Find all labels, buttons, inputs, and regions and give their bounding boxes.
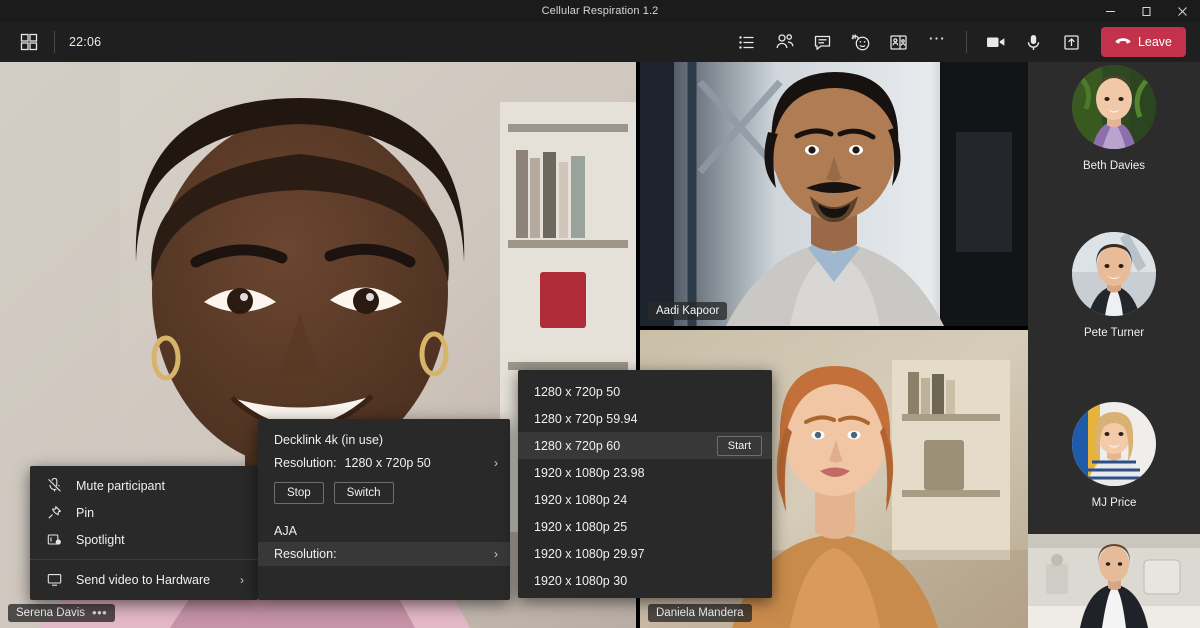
menu-item-spotlight[interactable]: Spotlight [30, 526, 258, 553]
menu-item-mute-participant[interactable]: Mute participant [30, 472, 258, 499]
menu-item-pin[interactable]: Pin [30, 499, 258, 526]
menu-item-label: Pin [76, 505, 95, 520]
avatar [1072, 402, 1156, 486]
resolution-option-label: 1920 x 1080p 29.97 [534, 546, 645, 561]
mic-off-icon [46, 478, 63, 493]
people-icon[interactable] [766, 27, 804, 57]
switch-button[interactable]: Switch [333, 482, 394, 504]
resolution-option-label: 1920 x 1080p 23.98 [534, 465, 645, 480]
hardware-second-resolution-label: Resolution: [274, 547, 337, 561]
more-options-dots: ⋯ [927, 29, 946, 48]
chevron-right-icon: › [494, 456, 498, 470]
name-chip-aadi-kapoor[interactable]: Aadi Kapoor [648, 302, 728, 320]
spotlight-icon [46, 532, 63, 547]
resolution-option-label: 1280 x 720p 59.94 [534, 411, 638, 426]
chevron-right-icon: › [494, 547, 498, 561]
avatar-image-mj-price [1072, 402, 1156, 486]
roster-item-beth-davies[interactable]: Beth Davies [1028, 65, 1200, 172]
resolution-option-selected[interactable]: 1280 x 720p 60 Start [518, 432, 772, 459]
meeting-timer: 22:06 [69, 35, 102, 49]
hardware-spacer [258, 506, 510, 520]
hardware-resolution-value: 1280 x 720p 50 [344, 456, 431, 470]
reactions-icon[interactable] [842, 27, 880, 57]
resolution-option-label: 1920 x 1080p 25 [534, 519, 628, 534]
hardware-actions: Stop Switch [258, 475, 510, 506]
resolution-option[interactable]: 1920 x 1080p 23.98 [518, 459, 772, 486]
name-chip-daniela-mandera[interactable]: Daniela Mandera [648, 604, 752, 622]
stop-button[interactable]: Stop [274, 482, 324, 504]
meeting-toolbar: 22:06 ⋯ Leave [0, 22, 1200, 62]
roster-video-thumbnail[interactable] [1028, 534, 1200, 628]
resolution-option[interactable]: 1280 x 720p 50 [518, 378, 772, 405]
resolution-option-label: 1920 x 1080p 24 [534, 492, 628, 507]
maximize-icon[interactable] [1128, 0, 1164, 22]
hangup-icon [1115, 38, 1131, 44]
hardware-device-title: Decklink 4k (in use) [274, 433, 384, 447]
pin-icon [46, 505, 63, 520]
leave-button[interactable]: Leave [1100, 27, 1186, 57]
roster-item-label: Pete Turner [1083, 327, 1145, 339]
resolution-option-label: 1920 x 1080p 30 [534, 573, 628, 588]
resolution-option-label: 1280 x 720p 50 [534, 384, 621, 399]
monitor-icon [46, 572, 63, 587]
roster-item-label: Beth Davies [1082, 160, 1145, 172]
hardware-second-resolution-row[interactable]: Resolution: › [258, 542, 510, 566]
avatar [1072, 232, 1156, 316]
hardware-submenu: Decklink 4k (in use) Resolution: 1280 x … [258, 419, 510, 600]
share-screen-icon[interactable] [1053, 27, 1091, 57]
toolbar-divider [965, 31, 967, 53]
participant-more-icon[interactable]: ••• [92, 606, 107, 619]
grid-view-icon[interactable] [18, 31, 40, 53]
avatar-image-pete-turner [1072, 232, 1156, 316]
menu-item-label: Mute participant [76, 478, 165, 493]
toolbar-separator [54, 31, 55, 53]
roster-item-pete-turner[interactable]: Pete Turner [1028, 232, 1200, 339]
roster-item-label: MJ Price [1091, 497, 1137, 509]
menu-divider [30, 559, 258, 560]
breakout-rooms-icon[interactable] [880, 27, 918, 57]
minimize-icon[interactable] [1092, 0, 1128, 22]
title-bar: Cellular Respiration 1.2 [0, 0, 1200, 22]
window-title: Cellular Respiration 1.2 [541, 5, 659, 17]
resolution-option[interactable]: 1920 x 1080p 29.97 [518, 540, 772, 567]
menu-item-label: Spotlight [76, 532, 125, 547]
participant-name: Aadi Kapoor [656, 305, 720, 317]
resolution-option[interactable]: 1280 x 720p 59.94 [518, 405, 772, 432]
leave-button-label: Leave [1137, 35, 1172, 49]
avatar-image-beth-davies [1072, 65, 1156, 149]
hardware-second-device-title: AJA [274, 524, 297, 538]
name-chip-serena-davis[interactable]: Serena Davis ••• [8, 604, 116, 622]
toolbar-left-group: 22:06 [0, 31, 101, 53]
resolution-submenu: 1280 x 720p 50 1280 x 720p 59.94 1280 x … [518, 370, 772, 598]
menu-item-label: Send video to Hardware [76, 572, 211, 587]
resolution-option[interactable]: 1920 x 1080p 24 [518, 486, 772, 513]
avatar [1072, 65, 1156, 149]
participant-name: Serena Davis [16, 607, 86, 619]
hardware-resolution-label: Resolution: [274, 456, 337, 470]
roster-video-image [1028, 534, 1200, 628]
more-options-icon[interactable]: ⋯ [918, 27, 956, 57]
teams-meeting-window: Cellular Respiration 1.2 22:06 ⋯ Leave S… [0, 0, 1200, 628]
resolution-option-label: 1280 x 720p 60 [534, 438, 621, 453]
resolution-option[interactable]: 1920 x 1080p 25 [518, 513, 772, 540]
video-tile-aadi-kapoor[interactable]: Aadi Kapoor [640, 62, 1028, 326]
toolbar-right-group: ⋯ Leave [728, 27, 1200, 57]
roster-item-mj-price[interactable]: MJ Price [1028, 402, 1200, 509]
participant-name: Daniela Mandera [656, 607, 744, 619]
chevron-right-icon: › [240, 572, 244, 587]
menu-item-send-video-to-hardware[interactable]: Send video to Hardware › [30, 566, 258, 593]
window-controls [1092, 0, 1200, 22]
resolution-option[interactable]: 1920 x 1080p 30 [518, 567, 772, 594]
meeting-notes-icon[interactable] [728, 27, 766, 57]
chat-icon[interactable] [804, 27, 842, 57]
camera-icon[interactable] [977, 27, 1015, 57]
microphone-icon[interactable] [1015, 27, 1053, 57]
close-icon[interactable] [1164, 0, 1200, 22]
hardware-resolution-row[interactable]: Resolution: 1280 x 720p 50 › [258, 451, 510, 475]
start-button[interactable]: Start [716, 435, 762, 456]
participant-context-menu: Mute participant Pin Spotlight Send vide… [30, 466, 258, 600]
participant-video-aadi [640, 62, 1028, 326]
